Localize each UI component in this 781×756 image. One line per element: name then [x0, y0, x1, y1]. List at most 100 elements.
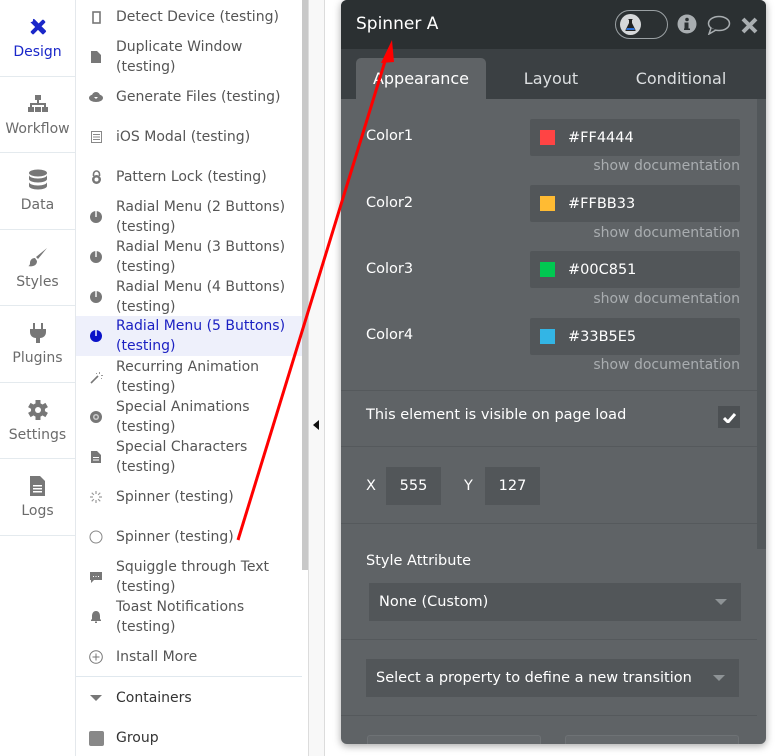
color2-input[interactable]: #FFBB33 — [530, 185, 740, 222]
property-editor: Spinner A Appearance Layout Conditional … — [341, 0, 766, 744]
panel-bottom-button[interactable] — [367, 735, 541, 744]
install-more-button[interactable]: Install More — [76, 646, 302, 668]
element-item[interactable]: Radial Menu (2 Buttons) (testing) — [76, 197, 302, 237]
y-input[interactable]: 127 — [485, 467, 540, 505]
element-item[interactable]: Detect Device (testing) — [76, 6, 302, 28]
element-item[interactable]: Radial Menu (3 Buttons) (testing) — [76, 237, 302, 277]
circle-icon — [76, 530, 116, 544]
color2-swatch[interactable] — [540, 196, 555, 211]
section-divider — [341, 390, 757, 391]
nav-data[interactable]: Data — [0, 153, 75, 230]
section-divider — [341, 715, 757, 716]
comment-icon[interactable] — [707, 15, 731, 39]
x-label: X — [366, 478, 376, 494]
element-item[interactable]: Spinner (testing) — [76, 526, 302, 548]
nav-settings-label: Settings — [8, 426, 67, 443]
color1-input[interactable]: #FF4444 — [530, 119, 740, 156]
collapse-panel-arrow-icon[interactable] — [313, 420, 319, 430]
flask-toggle[interactable] — [615, 10, 668, 39]
spinner-icon — [76, 491, 116, 503]
document-icon — [26, 474, 50, 498]
color1-label: Color1 — [366, 128, 414, 144]
section-divider — [341, 446, 757, 447]
color3-label: Color3 — [366, 261, 414, 277]
element-item[interactable]: iOS Modal (testing) — [76, 126, 302, 148]
nav-logs-label: Logs — [21, 503, 54, 520]
plug-icon — [26, 321, 50, 345]
element-item-group[interactable]: Group — [76, 727, 302, 749]
color3-input[interactable]: #00C851 — [530, 251, 740, 288]
tab-appearance[interactable]: Appearance — [356, 58, 486, 99]
flask-icon — [620, 14, 641, 35]
element-item[interactable]: Special Animations (testing) — [76, 397, 302, 437]
cloud-download-icon — [76, 92, 116, 102]
element-item[interactable]: Spinner (testing) — [76, 486, 302, 508]
mobile-icon — [76, 10, 116, 24]
element-item[interactable]: Toast Notifications (testing) — [76, 597, 302, 637]
element-item[interactable]: Pattern Lock (testing) — [76, 166, 302, 188]
workflow-icon — [26, 92, 50, 116]
transition-property-dropdown[interactable]: Select a property to define a new transi… — [366, 659, 739, 697]
nav-styles-label: Styles — [16, 273, 59, 290]
list-divider — [76, 676, 302, 677]
chevron-down-icon — [713, 675, 725, 681]
category-containers[interactable]: Containers — [76, 687, 302, 709]
style-attribute-dropdown[interactable]: None (Custom) — [369, 583, 741, 621]
info-icon[interactable] — [677, 14, 697, 38]
x-input[interactable]: 555 — [386, 467, 441, 505]
nav-design[interactable]: Design — [0, 0, 75, 77]
section-divider — [341, 639, 757, 640]
caret-down-icon — [76, 694, 116, 702]
panel-header[interactable]: Spinner A — [341, 0, 766, 49]
nav-workflow-label: Workflow — [5, 120, 70, 137]
style-attribute-label: Style Attribute — [366, 553, 472, 569]
y-label: Y — [464, 478, 473, 494]
color3-swatch[interactable] — [540, 262, 555, 277]
pie-icon — [76, 211, 116, 223]
element-item[interactable]: Generate Files (testing) — [76, 86, 302, 108]
design-icon — [26, 15, 50, 39]
color1-swatch[interactable] — [540, 130, 555, 145]
disc-icon — [76, 411, 116, 423]
bell-icon — [76, 611, 116, 623]
panel-scrollbar[interactable] — [757, 99, 766, 549]
list-icon — [76, 131, 116, 143]
brush-icon — [26, 245, 50, 269]
nav-logs[interactable]: Logs — [0, 459, 75, 536]
nav-plugins[interactable]: Plugins — [0, 306, 75, 383]
color2-label: Color2 — [366, 195, 414, 211]
nav-styles[interactable]: Styles — [0, 230, 75, 306]
file-icon — [76, 51, 116, 63]
lock-icon — [76, 170, 116, 184]
plus-circle-icon — [76, 650, 116, 664]
check-icon — [722, 412, 736, 423]
nav-workflow[interactable]: Workflow — [0, 77, 75, 153]
element-item[interactable]: Duplicate Window (testing) — [76, 36, 302, 78]
element-item[interactable]: Radial Menu (4 Buttons) (testing) — [76, 277, 302, 317]
pie-icon — [76, 291, 116, 303]
file-text-icon — [76, 451, 116, 463]
close-icon[interactable] — [741, 17, 758, 38]
pie-icon — [76, 251, 116, 263]
element-item[interactable]: Recurring Animation (testing) — [76, 357, 302, 397]
left-nav: Design Workflow Data Styles Plugins Sett… — [0, 0, 76, 756]
element-item[interactable]: Special Characters (testing) — [76, 437, 302, 477]
comment-icon — [76, 571, 116, 583]
visible-on-load-checkbox[interactable] — [718, 406, 740, 428]
element-item-selected[interactable]: Radial Menu (5 Buttons) (testing) — [76, 316, 302, 356]
show-documentation-link[interactable]: show documentation — [593, 158, 740, 174]
show-documentation-link[interactable]: show documentation — [593, 291, 740, 307]
show-documentation-link[interactable]: show documentation — [593, 357, 740, 373]
tab-conditional[interactable]: Conditional — [606, 58, 756, 99]
element-item[interactable]: Squiggle through Text (testing) — [76, 557, 302, 597]
database-icon — [26, 168, 50, 192]
square-icon — [76, 730, 116, 746]
tab-layout[interactable]: Layout — [486, 58, 616, 99]
color4-swatch[interactable] — [540, 329, 555, 344]
nav-settings[interactable]: Settings — [0, 383, 75, 459]
show-documentation-link[interactable]: show documentation — [593, 225, 740, 241]
color4-label: Color4 — [366, 327, 414, 343]
color4-input[interactable]: #33B5E5 — [530, 318, 740, 355]
visible-on-load-label: This element is visible on page load — [366, 407, 627, 423]
panel-bottom-button[interactable] — [565, 735, 739, 744]
